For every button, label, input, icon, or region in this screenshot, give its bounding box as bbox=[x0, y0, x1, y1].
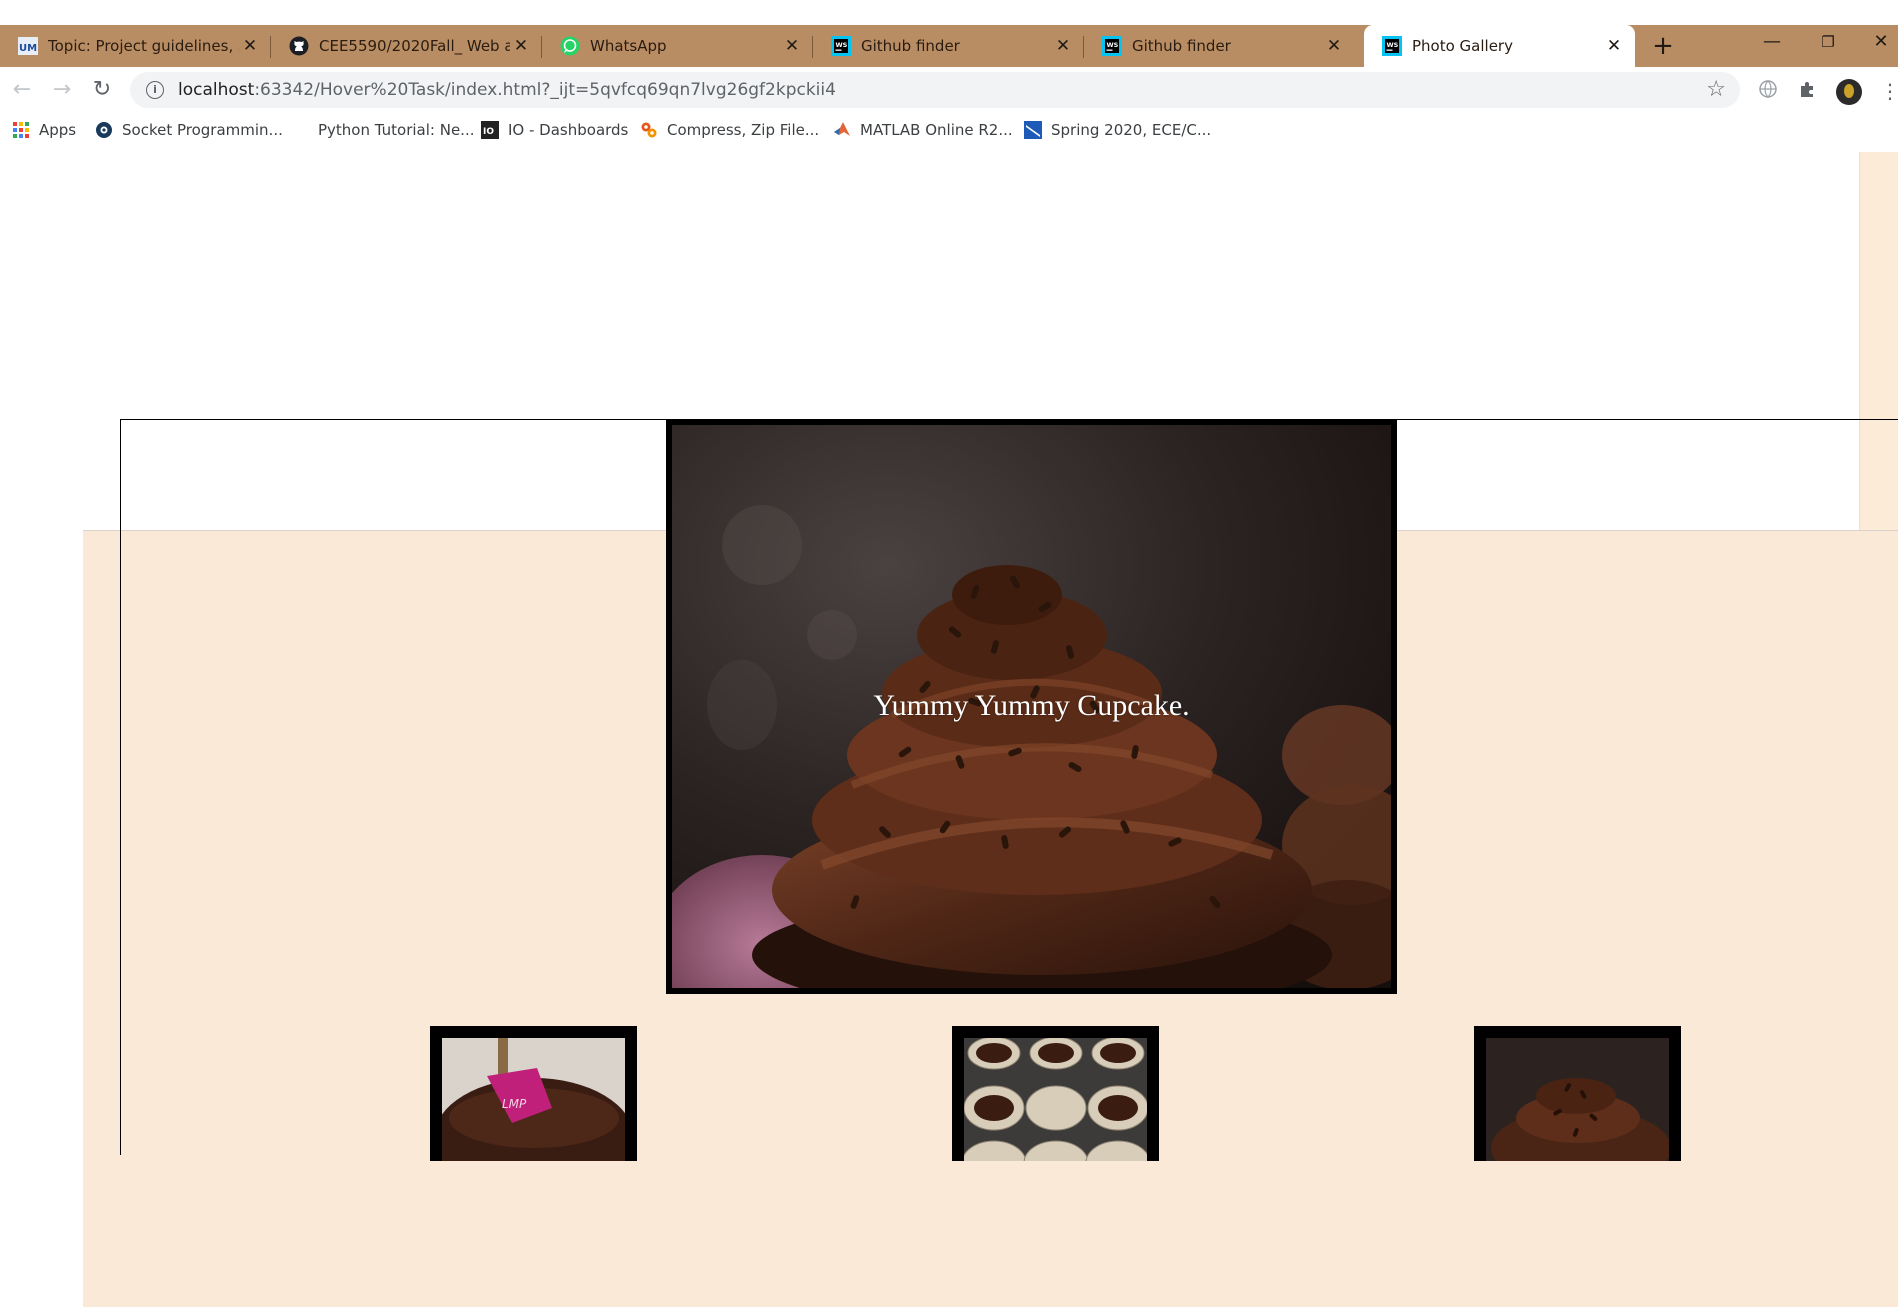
title-bar-gap bbox=[0, 0, 1898, 25]
cupcake-closeup-image bbox=[1486, 1038, 1669, 1161]
bookmark-io-dashboards[interactable]: IO IO - Dashboards bbox=[481, 118, 628, 142]
close-icon[interactable]: ✕ bbox=[1323, 36, 1345, 56]
bookmark-label: Socket Programmin... bbox=[122, 121, 283, 139]
umkc-icon: UMKC bbox=[18, 36, 38, 56]
bookmark-spring-2020[interactable]: Spring 2020, ECE/C... bbox=[1024, 118, 1211, 142]
bookmark-label: IO - Dashboards bbox=[508, 121, 629, 139]
tab-title: CEE5590/2020Fall_ Web at m bbox=[319, 37, 510, 55]
new-tab-button[interactable]: + bbox=[1648, 31, 1678, 61]
compress-icon bbox=[640, 121, 658, 139]
github-icon bbox=[289, 36, 309, 56]
main-photo-caption: Yummy Yummy Cupcake. bbox=[873, 689, 1190, 722]
svg-text:IO: IO bbox=[483, 127, 494, 137]
close-icon[interactable]: ✕ bbox=[781, 36, 803, 56]
matlab-icon bbox=[833, 121, 851, 139]
batter-bowl-image: LMP bbox=[442, 1038, 625, 1161]
bookmark-matlab-online[interactable]: MATLAB Online R2... bbox=[833, 118, 1013, 142]
thumbnail-2[interactable] bbox=[952, 1026, 1159, 1161]
bookmark-socket-programming[interactable]: Socket Programmin... bbox=[95, 118, 283, 142]
extension-globe-icon[interactable] bbox=[1756, 79, 1780, 103]
tab-strip: UMKC Topic: Project guidelines, ses ✕ CE… bbox=[0, 0, 1898, 67]
main-photo-frame[interactable]: Yummy Yummy Cupcake. bbox=[666, 419, 1397, 994]
main-photo[interactable]: Yummy Yummy Cupcake. bbox=[672, 425, 1391, 988]
canvas-icon bbox=[1024, 121, 1042, 139]
whatsapp-icon bbox=[560, 36, 580, 56]
cupcake-tin-image bbox=[964, 1038, 1147, 1161]
tab-github-finder-2[interactable]: WS Github finder ✕ bbox=[1084, 25, 1355, 67]
svg-text:WS: WS bbox=[1107, 41, 1119, 49]
extensions-puzzle-icon[interactable] bbox=[1796, 79, 1820, 103]
close-icon[interactable]: ✕ bbox=[239, 36, 261, 56]
thumbnail-image[interactable] bbox=[964, 1038, 1147, 1161]
address-bar[interactable]: i localhost:63342/Hover%20Task/index.htm… bbox=[130, 72, 1740, 108]
close-icon[interactable]: ✕ bbox=[1603, 36, 1625, 56]
bookmark-star-icon[interactable]: ☆ bbox=[1706, 77, 1726, 102]
thumbnail-image[interactable] bbox=[1486, 1038, 1669, 1161]
webstorm-icon: WS bbox=[1382, 36, 1402, 56]
thumbnail-3[interactable] bbox=[1474, 1026, 1681, 1161]
io-icon: IO bbox=[481, 121, 499, 139]
bookmark-label: Python Tutorial: Ne... bbox=[318, 121, 475, 139]
tab-github-finder-1[interactable]: WS Github finder ✕ bbox=[813, 25, 1084, 67]
close-icon[interactable]: ✕ bbox=[510, 36, 532, 56]
close-icon[interactable]: ✕ bbox=[1052, 36, 1074, 56]
forward-arrow-icon[interactable]: → bbox=[48, 76, 76, 104]
svg-text:UMKC: UMKC bbox=[19, 43, 38, 54]
bookmark-compress-zip[interactable]: Compress, Zip File... bbox=[640, 118, 819, 142]
svg-text:LMP: LMP bbox=[502, 1097, 527, 1111]
svg-text:WS: WS bbox=[836, 41, 848, 49]
restore-button[interactable]: ❐ bbox=[1808, 27, 1848, 57]
window-close-button[interactable]: ✕ bbox=[1864, 27, 1898, 57]
webstorm-icon: WS bbox=[831, 36, 851, 56]
minimize-button[interactable]: — bbox=[1752, 27, 1792, 57]
bookmarks-bar: Apps Socket Programmin... Python Tutoria… bbox=[0, 113, 1898, 147]
tab-github-repo[interactable]: CEE5590/2020Fall_ Web at m ✕ bbox=[271, 25, 542, 67]
tab-photo-gallery[interactable]: WS Photo Gallery ✕ bbox=[1364, 25, 1635, 67]
back-arrow-icon[interactable]: ← bbox=[8, 76, 36, 104]
bookmark-python-tutorial[interactable]: Python Tutorial: Ne... bbox=[318, 118, 474, 142]
bookmark-label: MATLAB Online R2... bbox=[860, 121, 1013, 139]
menu-kebab-icon[interactable]: ⋮ bbox=[1880, 79, 1898, 103]
socket-icon bbox=[95, 121, 113, 139]
bookmark-label: Spring 2020, ECE/C... bbox=[1051, 121, 1212, 139]
url-host: localhost bbox=[178, 80, 255, 100]
tab-title: Topic: Project guidelines, ses bbox=[48, 37, 239, 55]
tab-title: Photo Gallery bbox=[1412, 37, 1513, 55]
thumbnail-image[interactable]: LMP bbox=[442, 1038, 625, 1161]
tab-project-guidelines[interactable]: UMKC Topic: Project guidelines, ses ✕ bbox=[0, 25, 271, 67]
webstorm-icon: WS bbox=[1102, 36, 1122, 56]
svg-text:WS: WS bbox=[1387, 41, 1399, 49]
reload-icon[interactable]: ↻ bbox=[88, 76, 116, 104]
bookmark-label: Compress, Zip File... bbox=[667, 121, 820, 139]
tab-title: Github finder bbox=[1132, 37, 1231, 55]
browser-toolbar: ← → ↻ i localhost:63342/Hover%20Task/ind… bbox=[0, 67, 1898, 113]
tab-title: WhatsApp bbox=[590, 37, 667, 55]
profile-avatar[interactable] bbox=[1836, 79, 1862, 105]
url-path: :63342/Hover%20Task/index.html?_ijt=5qvf… bbox=[254, 80, 836, 100]
thumbnail-1[interactable]: LMP bbox=[430, 1026, 637, 1161]
bookmark-label: Apps bbox=[39, 121, 77, 139]
tab-title: Github finder bbox=[861, 37, 960, 55]
site-info-icon[interactable]: i bbox=[146, 81, 164, 99]
apps-grid-icon bbox=[12, 121, 30, 139]
bookmark-apps[interactable]: Apps bbox=[12, 118, 76, 142]
tab-whatsapp[interactable]: WhatsApp ✕ bbox=[542, 25, 813, 67]
